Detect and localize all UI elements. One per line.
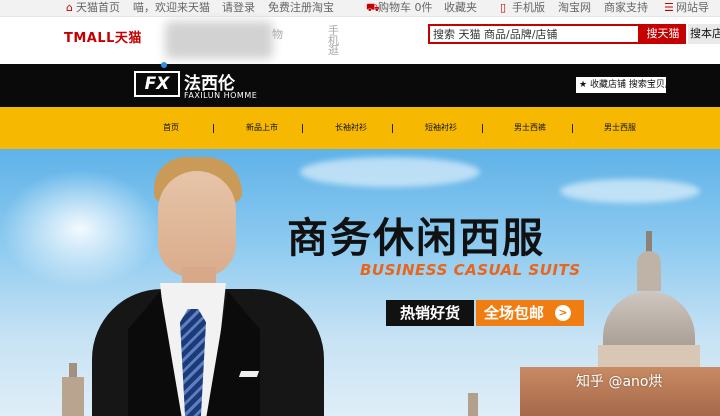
- brand-logo-mark[interactable]: FX: [134, 71, 180, 97]
- register-link[interactable]: 免费注册: [268, 1, 312, 15]
- nav-long-sleeve-shirts[interactable]: 长袖衬衫: [335, 122, 367, 133]
- dome-lantern: [637, 251, 661, 291]
- favorites-link[interactable]: 收藏夹: [444, 1, 477, 15]
- taobao-link[interactable]: 淘宝: [312, 1, 334, 15]
- tmall-store-page: ⌂ 天猫首页 喵，欢迎来天猫 请登录 免费注册 淘宝 ⛟ 购物车 0件 收藏夹 …: [0, 0, 720, 416]
- sunlight-glow: [0, 169, 160, 289]
- favorite-store-button[interactable]: ★ 收藏店铺 搜索宝贝店: [576, 77, 666, 93]
- home-icon[interactable]: ⌂: [66, 1, 73, 15]
- banner-headline: 商务休闲西服: [287, 214, 545, 262]
- banner-subline: BUSINESS CASUAL SUITS: [360, 261, 581, 279]
- nav-mens-trousers[interactable]: 男士西裤: [514, 122, 546, 133]
- top-utility-bar: ⌂ 天猫首页 喵，欢迎来天猫 请登录 免费注册 淘宝 ⛟ 购物车 0件 收藏夹 …: [0, 0, 720, 17]
- small-tower: [468, 393, 478, 416]
- bell-tower: [62, 377, 84, 416]
- hero-banner[interactable]: 商务休闲西服 BUSINESS CASUAL SUITS 热销好货 全场包邮 >…: [0, 149, 720, 416]
- search-tmall-button[interactable]: 搜天猫: [640, 24, 686, 44]
- dome-spire: [646, 231, 652, 253]
- header: TMALL天猫 物 手机逛 搜索 天猫 商品/品牌/店铺 搜天猫 搜本店: [0, 17, 720, 64]
- mobile-browse-label: 手机逛: [328, 24, 339, 57]
- search-store-button[interactable]: 搜本店: [688, 24, 720, 44]
- faded-label: 物: [272, 28, 283, 41]
- brand-name-en: FAXILUN HOMME: [184, 91, 258, 100]
- cloud: [300, 157, 480, 187]
- mobile-link[interactable]: 手机版: [512, 1, 545, 15]
- zhihu-watermark: 知乎 @ano烘: [576, 374, 663, 390]
- login-link[interactable]: 请登录: [222, 1, 255, 15]
- hot-sale-tag[interactable]: 热销好货: [386, 300, 474, 326]
- merchant-support-link[interactable]: 商家支持: [604, 1, 648, 15]
- taobao-net-link[interactable]: 淘宝网: [558, 1, 591, 15]
- favorite-store-label: 收藏店铺 搜索宝贝店: [589, 80, 666, 90]
- pocket-square: [238, 371, 260, 377]
- nav-new-arrivals[interactable]: 新品上市: [246, 122, 278, 133]
- tmall-logo[interactable]: TMALL天猫: [64, 27, 142, 46]
- star-icon: ★: [579, 80, 588, 90]
- nav-short-sleeve-shirts[interactable]: 短袖衬衫: [425, 122, 457, 133]
- phone-icon[interactable]: ▯: [500, 1, 506, 15]
- blurred-region: [165, 21, 273, 59]
- cathedral-dome: [603, 291, 695, 353]
- dome-drum: [598, 345, 700, 369]
- topbar-home-link[interactable]: 天猫首页: [76, 1, 120, 15]
- dot-icon: [161, 62, 167, 68]
- nav-home[interactable]: 首页: [163, 122, 179, 133]
- menu-icon[interactable]: ☰: [664, 1, 674, 15]
- brand-bar: FX 法西伦 FAXILUN HOMME ★ 收藏店铺 搜索宝贝店: [0, 64, 720, 107]
- arrow-right-icon[interactable]: >: [555, 305, 571, 321]
- store-nav: 首页 新品上市 长袖衬衫 短袖衬衫 男士西裤 男士西服: [0, 107, 720, 149]
- nav-divider: [392, 124, 393, 133]
- search-input[interactable]: 搜索 天猫 商品/品牌/店铺: [428, 24, 640, 44]
- nav-divider: [482, 124, 483, 133]
- site-nav-link[interactable]: 网站导: [676, 1, 709, 15]
- nav-mens-suits[interactable]: 男士西服: [604, 122, 636, 133]
- model-face: [158, 171, 236, 277]
- welcome-text: 喵，欢迎来天猫: [133, 1, 210, 14]
- nav-divider: [213, 124, 214, 133]
- cloud: [560, 179, 700, 203]
- nav-divider: [302, 124, 303, 133]
- nav-divider: [572, 124, 573, 133]
- cart-link[interactable]: 购物车 0件: [378, 1, 433, 15]
